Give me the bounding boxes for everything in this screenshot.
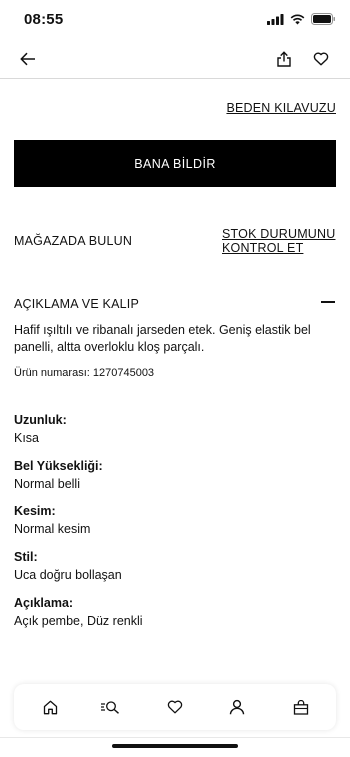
signal-icon <box>267 13 284 25</box>
check-stock-line-2: KONTROL ET <box>222 241 304 255</box>
check-stock-line-1: STOK DURUMUNU <box>222 227 336 241</box>
product-number: Ürün numarası: 1270745003 <box>14 367 154 379</box>
battery-icon <box>311 13 335 25</box>
size-guide-link[interactable]: BEDEN KILAVUZU <box>226 101 336 115</box>
attribute-length: Uzunluk: Kısa <box>14 413 334 446</box>
search-icon <box>101 701 119 714</box>
attribute-label: Uzunluk: <box>14 413 67 427</box>
status-icons <box>267 13 336 25</box>
attribute-label: Stil: <box>14 550 38 564</box>
attribute-label: Bel Yüksekliği: <box>14 459 103 473</box>
account-icon <box>229 699 245 715</box>
wifi-icon <box>290 14 305 24</box>
home-indicator <box>112 744 238 748</box>
section-title: AÇIKLAMA VE KALIP <box>14 297 139 311</box>
attribute-label: Kesim: <box>14 504 56 518</box>
status-bar: 08:55 <box>0 0 350 40</box>
favorite-button[interactable] <box>311 49 331 69</box>
attribute-waist-height: Bel Yüksekliği: Normal belli <box>14 459 334 492</box>
attribute-style: Stil: Uca doğru bollaşan <box>14 550 334 583</box>
minus-icon <box>321 301 335 303</box>
tab-home[interactable] <box>40 697 60 717</box>
product-number-value: 1270745003 <box>92 367 155 379</box>
tab-account[interactable] <box>227 697 247 717</box>
bag-icon <box>293 699 309 715</box>
status-time: 08:55 <box>24 11 64 28</box>
product-number-label: Ürün numarası: <box>14 367 90 379</box>
top-navigation <box>0 40 350 79</box>
attribute-description: Açıklama: Açık pembe, Düz renkli <box>14 596 334 629</box>
check-stock-link[interactable]: STOK DURUMUNU KONTROL ET <box>222 227 342 255</box>
find-in-store-label: MAĞAZADA BULUN <box>14 234 133 248</box>
heart-icon <box>167 700 183 714</box>
heart-icon <box>313 52 329 66</box>
home-icon <box>43 700 57 714</box>
share-button[interactable] <box>274 49 294 69</box>
attribute-value: Uca doğru bollaşan <box>14 568 122 582</box>
description-section-header[interactable]: AÇIKLAMA VE KALIP <box>14 295 336 311</box>
attribute-value: Açık pembe, Düz renkli <box>14 614 143 628</box>
bottom-tab-bar <box>14 684 336 730</box>
product-description: Hafif ışıltılı ve ribanalı jarseden etek… <box>14 323 311 354</box>
attribute-fit: Kesim: Normal kesim <box>14 504 334 537</box>
tab-favorites[interactable] <box>165 697 185 717</box>
share-icon <box>277 51 291 67</box>
attribute-value: Normal kesim <box>14 522 91 536</box>
attribute-label: Açıklama: <box>14 596 74 610</box>
attribute-value: Kısa <box>14 431 40 445</box>
tab-search[interactable] <box>100 697 120 717</box>
attribute-value: Normal belli <box>14 477 80 491</box>
arrow-left-icon <box>20 52 35 66</box>
bottom-divider <box>0 737 350 738</box>
tab-bag[interactable] <box>291 697 311 717</box>
back-button[interactable] <box>18 49 38 69</box>
notify-me-button[interactable]: BANA BİLDİR <box>14 140 336 187</box>
